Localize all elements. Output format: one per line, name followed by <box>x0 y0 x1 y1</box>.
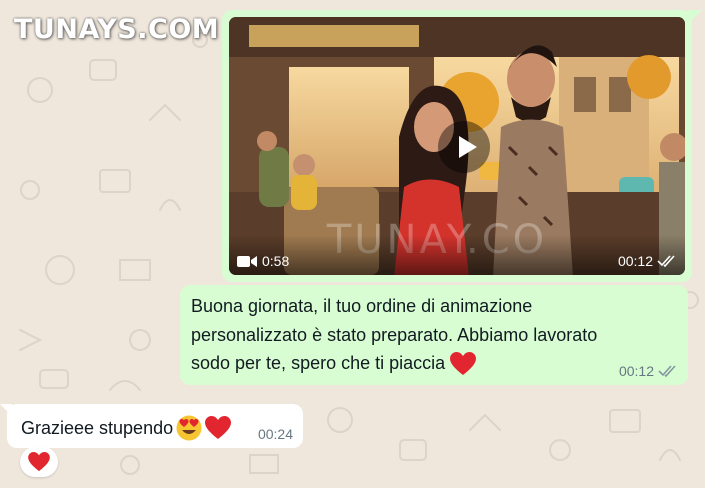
outgoing-bubble-tail <box>688 10 702 24</box>
message-body: Buona giornata, il tuo ordine di animazi… <box>191 292 671 378</box>
incoming-message-text: Grazieee stupendo <box>21 417 174 438</box>
message-time: 00:12 <box>618 363 654 379</box>
site-watermark: TUNAYS.COM <box>14 14 220 45</box>
video-camera-icon <box>237 255 257 267</box>
red-heart-icon <box>450 352 477 376</box>
heart-eyes-face-icon <box>176 415 202 441</box>
incoming-text-message[interactable]: Grazieee stupendo 00:24 <box>7 404 303 448</box>
video-duration-text: 0:58 <box>262 253 290 269</box>
outgoing-text-message[interactable]: Buona giornata, il tuo ordine di animazi… <box>180 285 688 385</box>
video-thumbnail[interactable]: TUNAY.CO 0:58 00:12 <box>229 17 685 275</box>
red-heart-icon <box>205 416 232 439</box>
incoming-message-body: Grazieee stupendo <box>21 415 232 441</box>
video-time-text: 00:12 <box>617 253 653 269</box>
message-line: sodo per te, spero che ti piaccia <box>191 353 446 373</box>
video-timestamp: 00:12 <box>618 253 677 269</box>
message-meta: 00:12 <box>619 363 678 379</box>
message-line: Buona giornata, il tuo ordine di animazi… <box>191 296 533 316</box>
play-icon[interactable] <box>438 121 490 173</box>
double-check-icon <box>657 255 675 267</box>
video-message-bubble[interactable]: TUNAY.CO 0:58 00:12 <box>222 10 692 282</box>
video-duration: 0:58 <box>237 253 289 269</box>
incoming-message-time: 00:24 <box>257 426 293 442</box>
message-line: personalizzato è stato preparato. Abbiam… <box>191 324 598 345</box>
thumbnail-shade <box>229 235 685 275</box>
double-check-icon <box>658 365 676 377</box>
red-heart-icon <box>28 452 50 472</box>
message-reaction[interactable] <box>20 447 58 477</box>
message-line-last: sodo per te, spero che ti piaccia <box>191 349 671 378</box>
